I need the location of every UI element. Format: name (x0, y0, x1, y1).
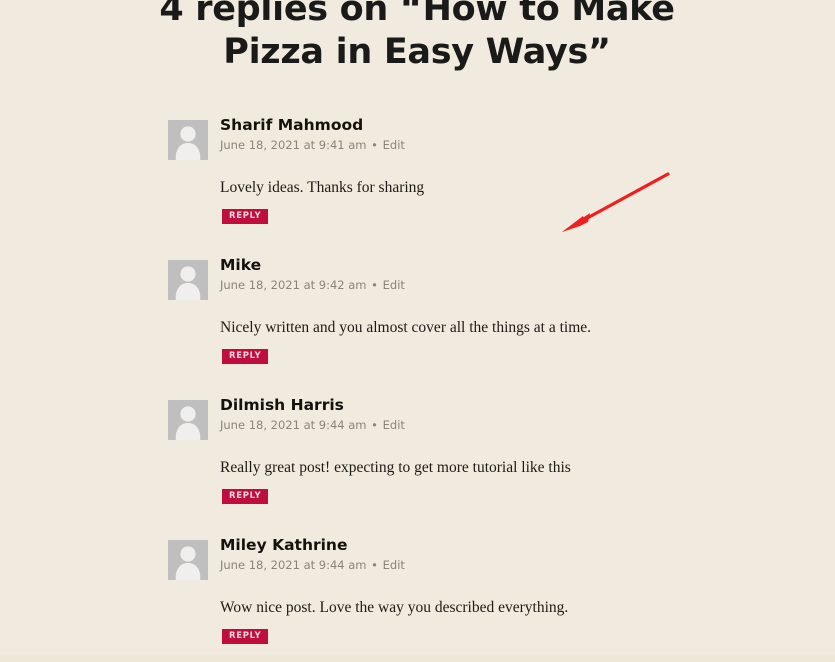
reply-button[interactable]: Reply (222, 349, 269, 364)
comment-meta: June 18, 2021 at 9:44 am • Edit (220, 418, 405, 432)
comment-author: Mike (220, 256, 262, 274)
comment-meta: June 18, 2021 at 9:41 am • Edit (220, 138, 405, 152)
meta-separator: • (371, 138, 378, 152)
comment-header: Sharif Mahmood June 18, 2021 at 9:41 am … (0, 113, 835, 160)
comments-page: 4 replies on “How to Make Pizza in Easy … (0, 0, 835, 662)
comment-meta: June 18, 2021 at 9:44 am • Edit (220, 558, 405, 572)
comment-author: Dilmish Harris (220, 396, 344, 414)
comment-header: Mike June 18, 2021 at 9:42 am • Edit (0, 253, 835, 300)
comment-item: Sharif Mahmood June 18, 2021 at 9:41 am … (0, 113, 835, 253)
comment-item: Miley Kathrine June 18, 2021 at 9:44 am … (0, 533, 835, 662)
comment-meta: June 18, 2021 at 9:42 am • Edit (220, 278, 405, 292)
comment-text: Really great post! expecting to get more… (220, 459, 571, 476)
meta-separator: • (371, 278, 378, 292)
comment-header: Dilmish Harris June 18, 2021 at 9:44 am … (0, 393, 835, 440)
avatar (168, 260, 208, 300)
reply-button[interactable]: Reply (222, 209, 269, 224)
user-avatar-placeholder-icon (168, 120, 208, 160)
comment-date[interactable]: June 18, 2021 at 9:44 am (220, 418, 367, 432)
user-avatar-placeholder-icon (168, 540, 208, 580)
avatar (168, 400, 208, 440)
comment-date[interactable]: June 18, 2021 at 9:41 am (220, 138, 367, 152)
meta-separator: • (371, 418, 378, 432)
reply-button[interactable]: Reply (222, 489, 269, 504)
comment-list: Sharif Mahmood June 18, 2021 at 9:41 am … (0, 113, 835, 662)
edit-link[interactable]: Edit (383, 278, 405, 292)
comment-date[interactable]: June 18, 2021 at 9:42 am (220, 278, 367, 292)
comment-text: Nicely written and you almost cover all … (220, 319, 592, 336)
reply-button[interactable]: Reply (222, 629, 269, 644)
edit-link[interactable]: Edit (383, 558, 405, 572)
comment-item: Dilmish Harris June 18, 2021 at 9:44 am … (0, 393, 835, 533)
edit-link[interactable]: Edit (383, 138, 405, 152)
page-title: 4 replies on “How to Make Pizza in Easy … (159, 0, 675, 72)
comment-header: Miley Kathrine June 18, 2021 at 9:44 am … (0, 533, 835, 580)
comment-date[interactable]: June 18, 2021 at 9:44 am (220, 558, 367, 572)
avatar (168, 120, 208, 160)
section-divider (0, 655, 835, 662)
meta-separator: • (371, 558, 378, 572)
user-avatar-placeholder-icon (168, 260, 208, 300)
comment-author: Miley Kathrine (220, 536, 348, 554)
comment-author: Sharif Mahmood (220, 116, 364, 134)
avatar (168, 540, 208, 580)
edit-link[interactable]: Edit (383, 418, 405, 432)
comment-text: Lovely ideas. Thanks for sharing (220, 179, 425, 196)
comment-item: Mike June 18, 2021 at 9:42 am • Edit Nic… (0, 253, 835, 393)
comment-text: Wow nice post. Love the way you describe… (220, 599, 569, 616)
user-avatar-placeholder-icon (168, 400, 208, 440)
